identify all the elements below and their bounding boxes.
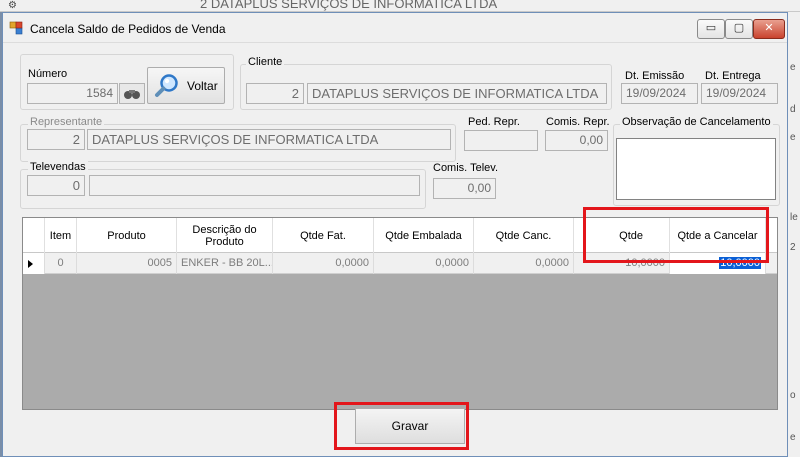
parent-edge-text: 2 [790,242,796,253]
voltar-label: Voltar [187,79,218,93]
parent-toolbar-icon: ⚙ [8,0,17,11]
cliente-name-field[interactable]: DATAPLUS SERVIÇOS DE INFORMATICA LTDA [307,83,607,104]
representante-code-field[interactable]: 2 [27,129,85,150]
voltar-button[interactable]: Voltar [147,67,225,104]
parent-window-strip: ⚙ 2 DATAPLUS SERVIÇOS DE INFORMATICA LTD… [0,0,800,12]
col-header-qtde-fat[interactable]: Qtde Fat. [273,218,374,253]
dt-emissao-label: Dt. Emissão [625,70,685,82]
comis-repr-label: Comis. Repr. [546,116,610,128]
numero-label: Número [28,68,68,80]
televendas-name-field[interactable] [89,175,420,196]
window-title: Cancela Saldo de Pedidos de Venda [30,22,226,36]
parent-edge-text: e [790,62,796,73]
app-icon [9,21,23,35]
col-header-descricao[interactable]: Descrição do Produto [177,218,273,253]
observacao-textarea[interactable] [616,138,776,200]
highlight-gravar-button [334,402,469,450]
representante-name-field[interactable]: DATAPLUS SERVIÇOS DE INFORMATICA LTDA [87,129,451,150]
comis-telev-field[interactable]: 0,00 [433,178,496,199]
cell-qtde-canc[interactable]: 0,0000 [474,253,574,274]
ped-repr-label: Ped. Repr. [468,116,520,128]
col-header-produto[interactable]: Produto [77,218,177,253]
numero-lookup-button[interactable] [119,83,145,104]
dt-entrega-label: Dt. Entrega [705,70,761,82]
cell-produto[interactable]: 0005 [77,253,177,274]
comis-repr-field[interactable]: 0,00 [545,130,608,151]
parent-edge-text: le [790,212,798,223]
title-bar[interactable]: Cancela Saldo de Pedidos de Venda ▭ ▢ ✕ [3,13,787,43]
highlight-qtde-columns [583,207,769,263]
minimize-button[interactable]: ▭ [697,19,725,39]
cell-qtde-fat[interactable]: 0,0000 [273,253,374,274]
binoculars-icon [124,90,140,99]
current-row-arrow-icon [28,260,33,268]
row-header-corner [23,218,45,253]
col-header-qtde-canc[interactable]: Qtde Canc. [474,218,574,253]
parent-edge-text: e [790,432,796,443]
numero-field[interactable]: 1584 [27,83,118,104]
parent-window-right-edge: e d e le 2 o e [786,12,800,457]
ped-repr-field[interactable] [464,130,538,151]
row-selector[interactable] [23,253,45,274]
representante-label: Representante [28,116,105,128]
parent-window-text: 2 DATAPLUS SERVIÇOS DE INFORMATICA LTDA [200,0,498,11]
parent-edge-text: d [790,104,796,115]
col-header-qtde-embalada[interactable]: Qtde Embalada [374,218,474,253]
dt-emissao-field[interactable]: 19/09/2024 [621,83,698,104]
parent-edge-text: e [790,132,796,143]
parent-edge-text: o [790,390,796,401]
cliente-code-field[interactable]: 2 [246,83,304,104]
cell-item[interactable]: 0 [45,253,77,274]
observacao-label: Observação de Cancelamento [620,116,773,128]
televendas-code-field[interactable]: 0 [27,175,85,196]
form-content: Número 1584 Voltar Cliente 2 DATAPLUS SE… [3,44,787,456]
col-header-item[interactable]: Item [45,218,77,253]
maximize-button[interactable]: ▢ [725,19,753,39]
close-button[interactable]: ✕ [753,19,785,39]
cell-qtde-embalada[interactable]: 0,0000 [374,253,474,274]
magnifier-icon [155,74,178,97]
televendas-label: Televendas [28,161,88,173]
cancela-saldo-window: Cancela Saldo de Pedidos de Venda ▭ ▢ ✕ … [2,12,788,457]
comis-telev-label: Comis. Telev. [433,162,499,174]
cliente-label: Cliente [246,56,285,68]
cell-descricao[interactable]: ENKER - BB 20L... [177,253,273,274]
dt-entrega-field[interactable]: 19/09/2024 [701,83,778,104]
